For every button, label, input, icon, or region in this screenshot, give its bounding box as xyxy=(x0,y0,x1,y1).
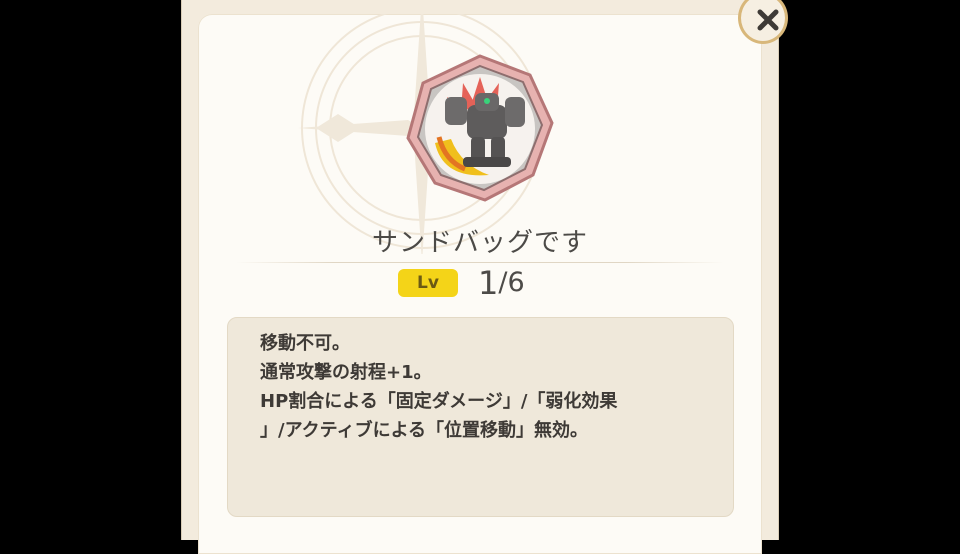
level-badge: Lv xyxy=(398,269,458,297)
divider xyxy=(236,262,724,263)
skill-name: サンドバッグです xyxy=(371,228,588,258)
close-button[interactable] xyxy=(738,0,788,44)
description-line: 移動不可。 xyxy=(260,333,350,354)
description-line: 通常攻撃の射程+1。 xyxy=(260,362,432,383)
level-row: Lv 1 /6 xyxy=(398,264,525,302)
golem-skill-icon xyxy=(406,54,554,202)
skill-description: 移動不可。 通常攻撃の射程+1。 HP割合による「固定ダメージ」/「弱化効果 」… xyxy=(227,317,734,517)
close-icon xyxy=(757,9,779,31)
description-line: 」/アクティブによる「位置移動」無効。 xyxy=(260,420,589,441)
level-max: /6 xyxy=(498,267,525,298)
description-line: HP割合による「固定ダメージ」/「弱化効果 xyxy=(260,391,618,412)
level-current: 1 xyxy=(478,264,499,302)
